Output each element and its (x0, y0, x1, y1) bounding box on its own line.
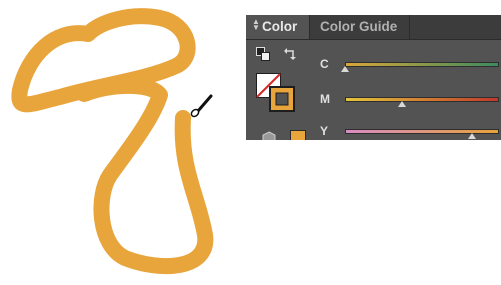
tab-color-guide[interactable]: Color Guide (310, 15, 410, 39)
brush-stroke-path-stem[interactable] (76, 77, 214, 275)
brush-stroke-artwork[interactable] (0, 0, 240, 285)
tab-color-guide-label: Color Guide (320, 19, 398, 34)
paintbrush-cursor-icon (190, 94, 213, 118)
slider-cyan-track[interactable] (345, 62, 499, 67)
slider-yellow-label: Y (320, 124, 329, 138)
slider-yellow[interactable]: Y (320, 124, 500, 140)
slider-cyan[interactable]: C (320, 57, 500, 73)
tab-color-label: Color (262, 19, 298, 34)
default-fill-stroke-icon[interactable] (256, 47, 270, 61)
artboard-canvas[interactable]: ▲ ▼ Color Color Guide C M Y (0, 0, 501, 285)
stroke-color-swatch[interactable] (268, 85, 298, 115)
slider-magenta-thumb[interactable] (398, 101, 406, 107)
slider-magenta-track[interactable] (345, 97, 499, 102)
tab-color[interactable]: ▲ ▼ Color (246, 15, 310, 39)
slider-yellow-thumb[interactable] (468, 133, 476, 139)
swap-fill-stroke-icon[interactable] (284, 47, 298, 61)
panel-menu-arrows-icon[interactable]: ▲ ▼ (252, 18, 260, 32)
panel-tab-bar: ▲ ▼ Color Color Guide (246, 15, 501, 40)
slider-cyan-thumb[interactable] (341, 66, 349, 72)
slider-cyan-label: C (320, 57, 329, 71)
slider-magenta[interactable]: M (320, 92, 500, 108)
color-panel: ▲ ▼ Color Color Guide C M Y (246, 15, 501, 140)
out-of-gamut-icon[interactable] (262, 131, 278, 140)
slider-magenta-label: M (320, 92, 330, 106)
current-color-swatch[interactable] (290, 130, 306, 140)
